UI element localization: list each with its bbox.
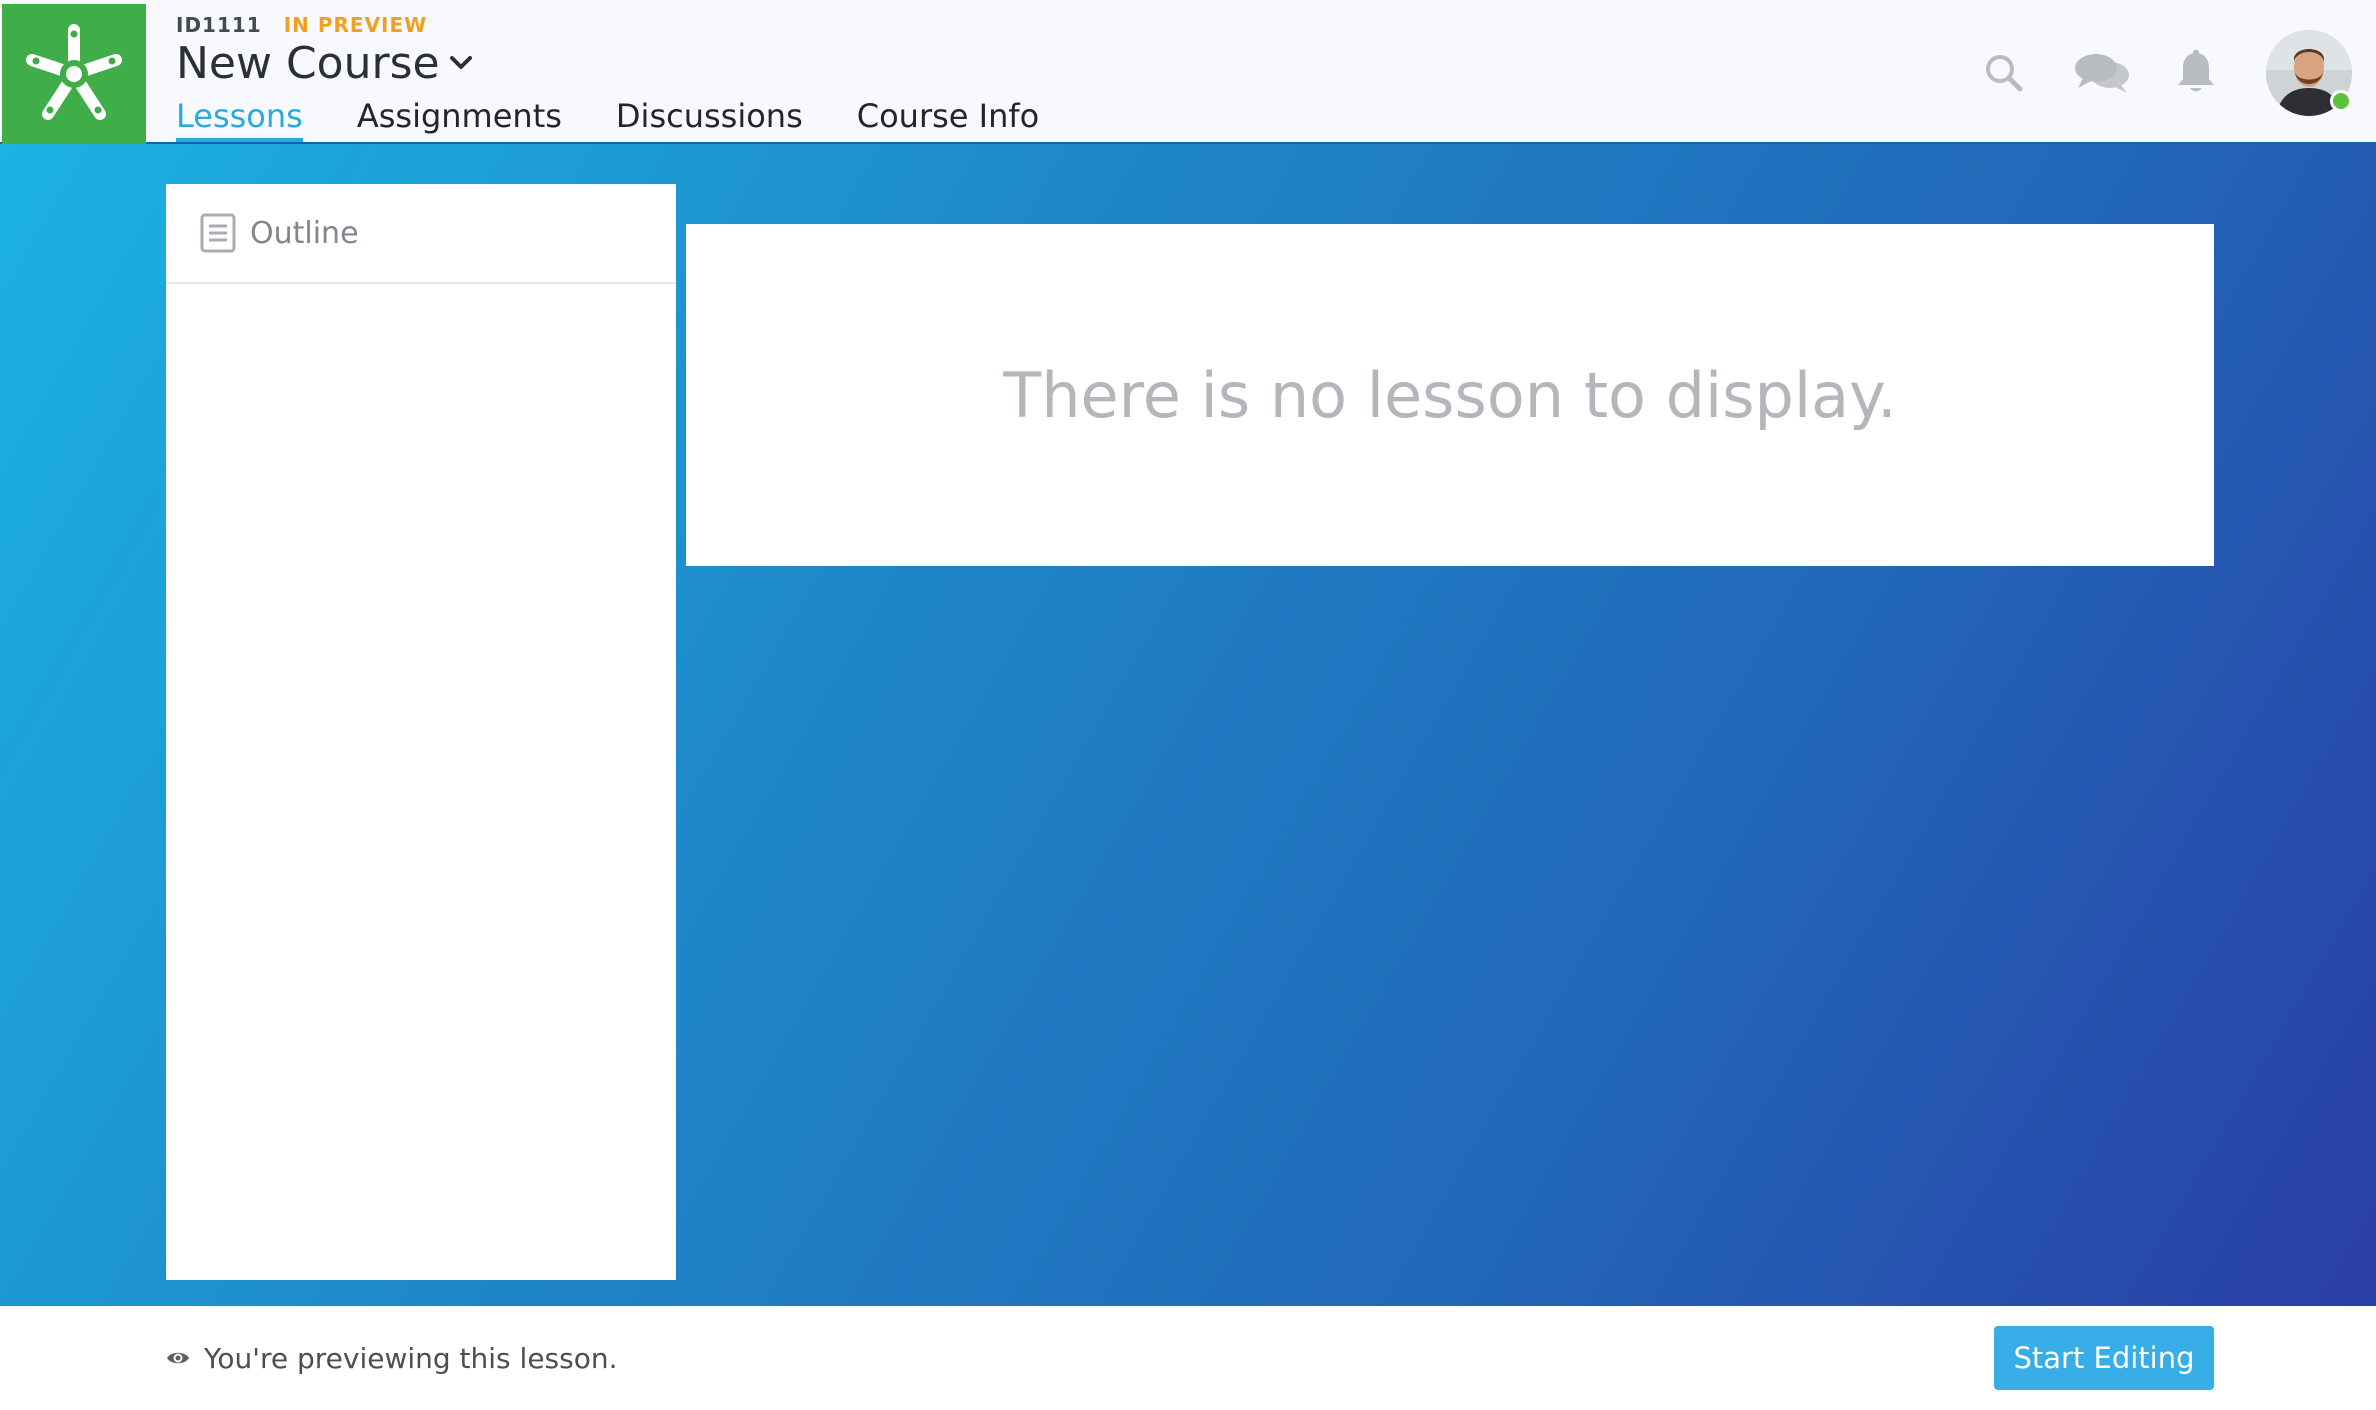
preview-message: You're previewing this lesson. (204, 1341, 618, 1375)
preview-notice: You're previewing this lesson. (166, 1306, 618, 1410)
eye-icon (167, 1352, 189, 1364)
messages-button[interactable] (2072, 43, 2132, 103)
empty-lesson-message: There is no lesson to display. (1003, 358, 1897, 432)
tab-assignments[interactable]: Assignments (357, 94, 562, 144)
tab-discussions[interactable]: Discussions (616, 94, 803, 144)
logo-star-icon (26, 24, 122, 120)
header-actions (1974, 30, 2352, 116)
tab-course-info[interactable]: Course Info (857, 94, 1039, 144)
preview-footer: You're previewing this lesson. Start Edi… (0, 1306, 2376, 1410)
app-logo[interactable] (2, 4, 146, 144)
course-selector[interactable]: New Course (176, 36, 474, 90)
notifications-button[interactable] (2166, 43, 2226, 103)
lesson-stage: Outline There is no lesson to display. (0, 144, 2376, 1306)
outline-label: Outline (250, 215, 359, 251)
course-status-badge: IN PREVIEW (283, 13, 428, 37)
course-id: ID1111 (176, 13, 262, 37)
outline-panel: Outline (166, 184, 676, 1280)
course-title: New Course (176, 37, 440, 89)
outline-header[interactable]: Outline (166, 184, 676, 284)
online-status-indicator (2330, 90, 2352, 112)
document-icon (200, 213, 236, 253)
chat-icon (2075, 54, 2129, 93)
course-meta: ID1111 IN PREVIEW (176, 12, 427, 38)
search-icon (1986, 55, 2023, 92)
start-editing-button[interactable]: Start Editing (1994, 1326, 2214, 1390)
top-bar: ID1111 IN PREVIEW New Course Lessons Ass… (0, 0, 2376, 144)
bell-icon (2178, 49, 2214, 92)
lesson-content-card: There is no lesson to display. (686, 224, 2214, 566)
course-tabs: Lessons Assignments Discussions Course I… (176, 94, 1093, 144)
search-button[interactable] (1974, 43, 2034, 103)
tab-lessons[interactable]: Lessons (176, 94, 303, 144)
user-avatar-button[interactable] (2266, 30, 2352, 116)
app-window: ID1111 IN PREVIEW New Course Lessons Ass… (0, 0, 2376, 1410)
chevron-down-icon (449, 56, 472, 69)
